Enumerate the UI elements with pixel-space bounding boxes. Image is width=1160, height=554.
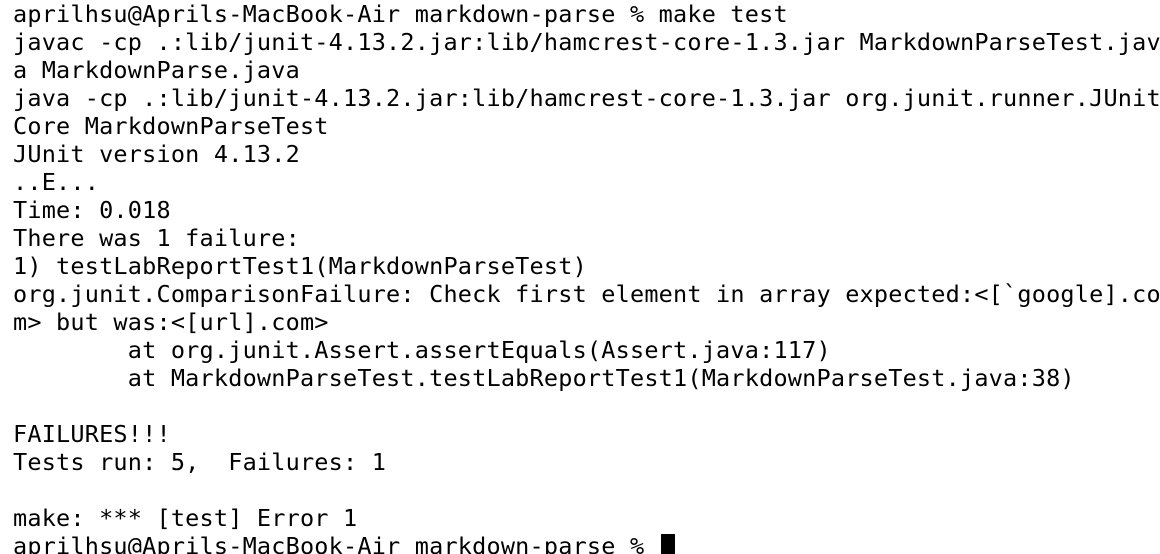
terminal-line-stack-frame-1: at org.junit.Assert.assertEquals(Assert.… — [13, 336, 831, 364]
terminal-line-progress: ..E... — [13, 168, 100, 196]
terminal-line-comparison-failure: org.junit.ComparisonFailure: Check first… — [13, 280, 1160, 308]
terminal-line-time: Time: 0.018 — [13, 196, 171, 224]
text-cursor — [660, 534, 675, 554]
terminal-line-command: aprilhsu@Aprils-MacBook-Air markdown-par… — [13, 0, 788, 28]
terminal-line-stack-frame-2: at MarkdownParseTest.testLabReportTest1(… — [13, 364, 1075, 392]
terminal-line-failure-count: There was 1 failure: — [13, 224, 300, 252]
terminal-line-junit-version: JUnit version 4.13.2 — [13, 140, 300, 168]
terminal-prompt-line[interactable]: aprilhsu@Aprils-MacBook-Air markdown-par… — [13, 532, 1160, 554]
terminal-line-comparison-failure-cont: m> but was:<[url].com> — [13, 308, 329, 336]
terminal-line-javac-cont: a MarkdownParse.java — [13, 56, 300, 84]
terminal-line-failures-banner: FAILURES!!! — [13, 420, 171, 448]
terminal-line-java: java -cp .:lib/junit-4.13.2.jar:lib/hamc… — [13, 84, 1160, 112]
terminal-line-failed-test: 1) testLabReportTest1(MarkdownParseTest) — [13, 252, 587, 280]
terminal-line-java-cont: Core MarkdownParseTest — [13, 112, 329, 140]
terminal-line-javac: javac -cp .:lib/junit-4.13.2.jar:lib/ham… — [13, 28, 1160, 56]
terminal-line-tests-summary: Tests run: 5, Failures: 1 — [13, 448, 387, 476]
terminal-line-make-error: make: *** [test] Error 1 — [13, 504, 358, 532]
terminal-window[interactable]: aprilhsu@Aprils-MacBook-Air markdown-par… — [0, 0, 1160, 554]
terminal-prompt: aprilhsu@Aprils-MacBook-Air markdown-par… — [13, 532, 659, 554]
